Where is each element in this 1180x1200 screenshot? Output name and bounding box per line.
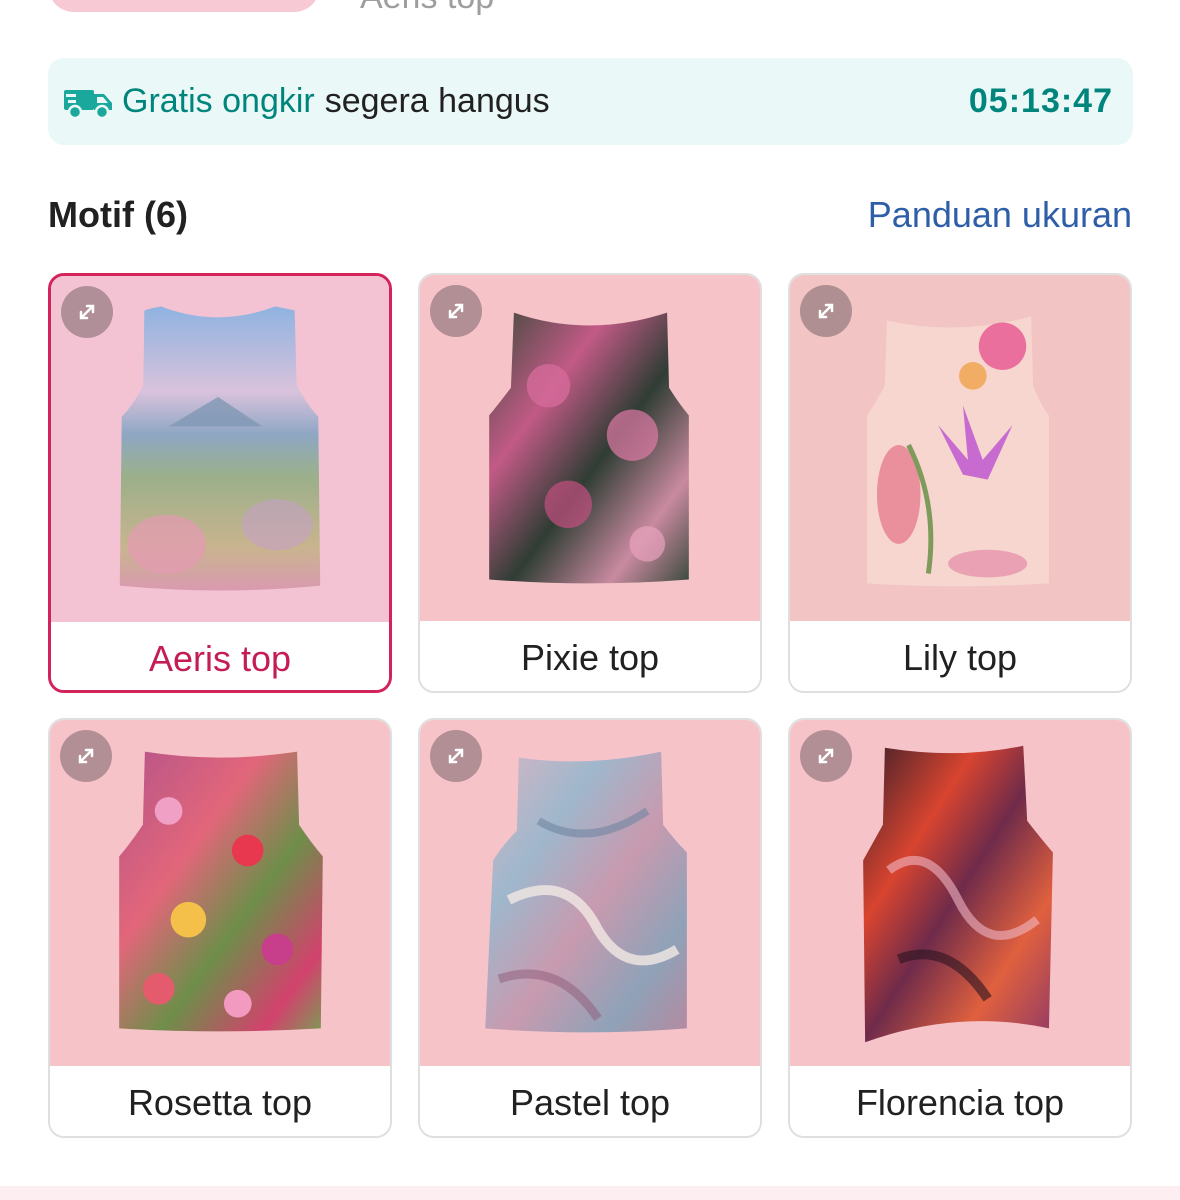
free-shipping-label: Gratis ongkir bbox=[122, 82, 315, 120]
expand-icon[interactable] bbox=[800, 730, 852, 782]
motif-card-florencia[interactable]: Florencia top bbox=[788, 718, 1132, 1138]
previous-image-chip[interactable] bbox=[48, 0, 320, 12]
expiry-text: segera hangus bbox=[324, 82, 550, 120]
previous-selection-strip: Aeris top bbox=[0, 0, 1180, 30]
free-shipping-banner: Gratis ongkir segera hangus 05:13:47 bbox=[48, 58, 1133, 145]
motif-label: Pastel top bbox=[420, 1066, 760, 1136]
motif-label: Rosetta top bbox=[50, 1066, 390, 1136]
motif-label: Pixie top bbox=[420, 621, 760, 691]
expand-icon[interactable] bbox=[800, 285, 852, 337]
motif-label: Aeris top bbox=[51, 622, 389, 690]
expand-icon[interactable] bbox=[60, 730, 112, 782]
motif-card-pixie[interactable]: Pixie top bbox=[418, 273, 762, 693]
motif-card-rosetta[interactable]: Rosetta top bbox=[48, 718, 392, 1138]
expand-icon[interactable] bbox=[430, 730, 482, 782]
size-guide-link[interactable]: Panduan ukuran bbox=[868, 194, 1132, 236]
countdown-timer: 05:13:47 bbox=[968, 82, 1113, 120]
previous-selection-label: Aeris top bbox=[360, 0, 494, 17]
motif-label: Lily top bbox=[790, 621, 1130, 691]
truck-icon bbox=[64, 82, 114, 122]
bottom-bar-edge bbox=[0, 1186, 1180, 1200]
expand-icon[interactable] bbox=[430, 285, 482, 337]
motif-section-title: Motif (6) bbox=[48, 194, 188, 235]
motif-card-aeris[interactable]: Aeris top bbox=[48, 273, 392, 693]
expand-icon[interactable] bbox=[61, 286, 113, 338]
motif-label: Florencia top bbox=[790, 1066, 1130, 1136]
motif-card-pastel[interactable]: Pastel top bbox=[418, 718, 762, 1138]
motif-card-lily[interactable]: Lily top bbox=[788, 273, 1132, 693]
